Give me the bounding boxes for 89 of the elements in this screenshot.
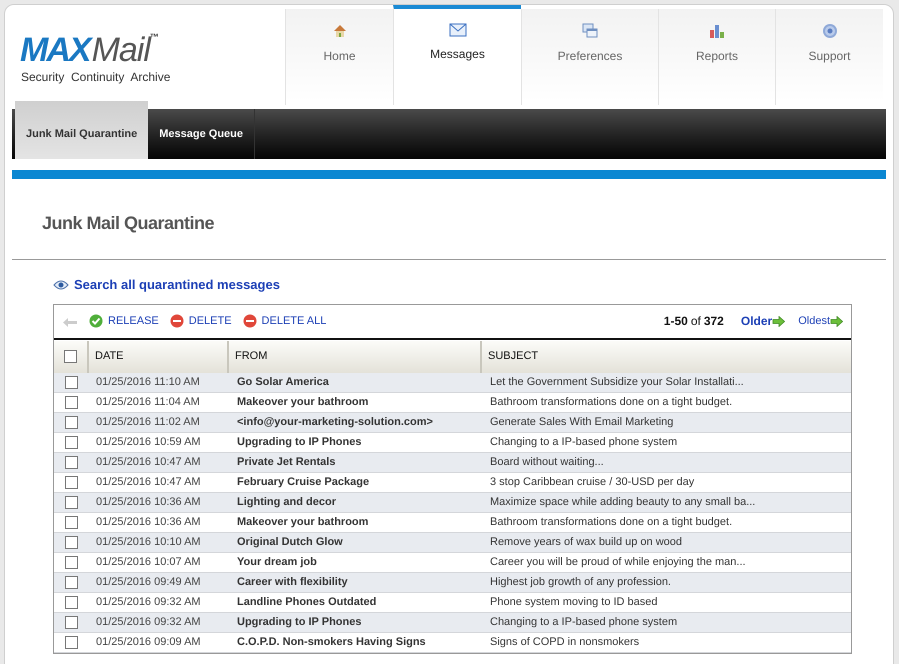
table-cell-text: <info@your-marketing-solution.com> (236, 414, 434, 430)
table-cell-text: 01/25/2016 10:36 AM (95, 514, 202, 530)
table-cell-text: 01/25/2016 10:07 AM (95, 554, 202, 570)
minus-circle-icon (242, 314, 257, 328)
table-cell-text: 3 stop Caribbean cruise / 30-USD per day (489, 474, 696, 490)
table-cell-text: 01/25/2016 09:09 AM (95, 634, 202, 650)
toolbar-button[interactable]: DELETE ALL (242, 312, 326, 330)
checkbox[interactable] (65, 396, 78, 408)
nav-tab[interactable]: Preferences (521, 9, 658, 105)
help-icon (822, 23, 838, 39)
table-cell-text: Upgrading to IP Phones (236, 614, 362, 630)
checkbox[interactable] (65, 476, 78, 488)
checkbox[interactable] (65, 376, 78, 388)
table-cell-text: Signs of COPD in nonsmokers (489, 634, 640, 650)
table-cell-text: 01/25/2016 11:02 AM (95, 414, 201, 430)
windows-icon (582, 23, 598, 39)
checkbox[interactable] (65, 416, 78, 428)
table-cell-text: Bathroom transformations done on a tight budget. (489, 394, 734, 410)
checkbox[interactable] (65, 516, 78, 528)
minus-circle-icon (170, 314, 184, 328)
table-cell-text: 01/25/2016 10:36 AM (95, 494, 202, 510)
table-cell-text: 01/25/2016 11:04 AM (95, 394, 201, 410)
house-icon (332, 23, 348, 39)
bar-chart-icon (709, 23, 725, 39)
logo-text: Mail (92, 33, 150, 67)
nav-tab[interactable]: Reports (658, 9, 775, 105)
table-cell-text: Maximize space while adding beauty to any small ba... (489, 494, 756, 510)
nav-tab[interactable]: Home (285, 9, 393, 105)
table-cell-text: Board without waiting... (489, 454, 605, 470)
table-cell-text: Highest job growth of any profession. (489, 574, 672, 590)
checkbox[interactable] (65, 456, 78, 468)
table-cell-text: Bathroom transformations done on a tight budget. (489, 514, 734, 530)
checkbox[interactable] (65, 556, 78, 568)
table-cell-text: February Cruise Package (236, 474, 370, 490)
table-cell-text: Makeover your bathroom (236, 394, 370, 410)
table-cell-text: Generate Sales With Email Marketing (489, 414, 674, 430)
page-title: Junk Mail Quarantine (42, 212, 216, 235)
table-cell-text: Changing to a IP-based phone system (489, 434, 678, 450)
table-cell-text: Original Dutch Glow (236, 534, 344, 550)
checkbox[interactable] (65, 596, 78, 608)
table-cell-text: Remove years of wax build up on wood (489, 534, 683, 550)
table-cell-text: Phone system moving to ID based (489, 594, 659, 610)
checkbox[interactable] (65, 436, 78, 448)
table-cell-text: Career you will be proud of while enjoying the man... (489, 554, 747, 570)
checkbox[interactable] (64, 350, 77, 363)
table-cell-text: Makeover your bathroom (236, 514, 370, 530)
table-cell-text: 01/25/2016 10:59 AM (95, 434, 202, 450)
table-cell-text: 01/25/2016 09:49 AM (95, 574, 202, 590)
eye-icon (53, 280, 69, 290)
logo-text: MAX (20, 33, 90, 67)
table-cell-text: 01/25/2016 09:32 AM (95, 594, 202, 610)
table-cell-text: 01/25/2016 10:47 AM (95, 454, 202, 470)
checkbox[interactable] (65, 576, 78, 588)
page-range: 1-50 (664, 313, 688, 330)
envelope-icon (448, 23, 466, 37)
checkbox[interactable] (65, 616, 78, 628)
toolbar-button[interactable]: DELETE (170, 312, 232, 330)
nav-tab[interactable]: Support (775, 9, 883, 105)
checkbox[interactable] (65, 636, 78, 648)
table-cell-text: 01/25/2016 09:32 AM (95, 614, 202, 630)
table-cell-text: Lighting and decor (236, 494, 337, 510)
table-cell-text: C.O.P.D. Non-smokers Having Signs (236, 634, 427, 650)
oldest-link[interactable]: Oldest (798, 312, 830, 330)
table-cell-text: Go Solar America (236, 374, 330, 390)
table-cell-text: Career with flexibility (236, 574, 349, 590)
search-link[interactable]: Search all quarantined messages (74, 275, 280, 294)
toolbar-button[interactable]: RELEASE (89, 312, 159, 330)
nav-tab[interactable]: Messages (393, 5, 521, 105)
table-cell-text: Landline Phones Outdated (236, 594, 378, 610)
table-cell-text: 01/25/2016 11:10 AM (95, 374, 201, 390)
arrow-right-icon (772, 316, 786, 326)
table-cell-text: Changing to a IP-based phone system (489, 614, 678, 630)
table-cell-text: Let the Government Subsidize your Solar Installati... (489, 374, 745, 390)
checkbox[interactable] (65, 536, 78, 548)
page-total: 372 (704, 313, 724, 330)
table-cell-text: Your dream job (236, 554, 318, 570)
sub-tab[interactable]: Message Queue (148, 109, 256, 159)
checkbox[interactable] (65, 496, 78, 508)
page-of: of (690, 313, 701, 330)
table-cell-text: 01/25/2016 10:10 AM (95, 534, 202, 550)
table-cell-text: Private Jet Rentals (236, 454, 336, 470)
logo-tagline: Security Continuity Archive (20, 69, 172, 86)
table-cell-text: 01/25/2016 10:47 AM (95, 474, 202, 490)
check-icon (89, 314, 103, 328)
sub-tab[interactable]: Junk Mail Quarantine (15, 101, 148, 159)
arrow-right-icon (830, 316, 843, 326)
column-header[interactable]: SUBJECT (482, 340, 851, 372)
table-cell-text: Upgrading to IP Phones (236, 434, 362, 450)
older-link[interactable]: Older (740, 312, 772, 330)
